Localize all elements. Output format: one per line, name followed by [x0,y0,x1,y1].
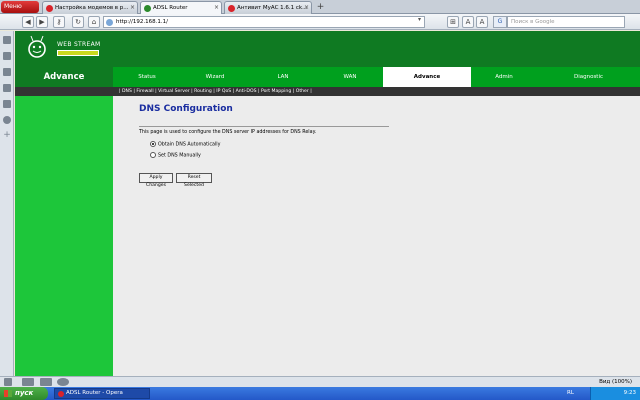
zoom-in-icon[interactable]: A [462,16,474,28]
brand-strip [57,50,99,56]
opera-favicon-icon [46,5,53,12]
tab-title: Антивит MyAC 1.6.1 сk... [237,5,308,11]
section-title: Advance [15,67,113,87]
divider [139,126,389,127]
add-panel-icon[interactable]: + [3,131,11,140]
taskbar-item-opera[interactable]: ADSL Router - Opera [54,388,150,399]
unite-status-icon[interactable] [40,378,52,386]
search-input[interactable]: Поиск в Google [507,16,625,28]
main-nav: Advance Status Wizard LAN WAN Advance Ad… [15,67,640,87]
radio-obtain-dns[interactable] [150,141,156,147]
address-dropdown-icon[interactable]: ▾ [418,16,426,26]
panel-toggle-icon[interactable] [4,378,12,386]
nav-wan[interactable]: WAN [317,67,383,87]
close-tab-icon[interactable]: × [214,2,219,14]
reset-selected-button[interactable]: Reset Selected [176,173,212,188]
tab-title: ADSL Router [153,5,188,11]
opera-side-panel: + [0,31,14,376]
close-tab-icon[interactable]: × [304,2,309,14]
home-icon[interactable]: ⌂ [88,16,100,28]
router-page: WEB STREAM Advance Status Wizard LAN WAN… [15,31,640,376]
globe-icon [106,19,113,26]
option-set-dns[interactable]: Set DNS Manually [150,152,201,160]
sidebar [15,96,113,376]
window-layout-icon[interactable]: ⊞ [447,16,459,28]
settings-gear-icon[interactable] [57,378,69,386]
option-label: Set DNS Manually [158,153,201,159]
bookmarks-icon[interactable] [3,36,11,44]
page-title: DNS Configuration [139,104,233,114]
option-obtain-dns[interactable]: Obtain DNS Automatically [150,141,220,149]
browser-tab-bar: Меню Настройка модемов в р... × ADSL Rou… [0,0,640,14]
new-tab-icon[interactable]: + [315,2,326,13]
page-description: This page is used to configure the DNS s… [139,130,317,135]
router-header: WEB STREAM [15,31,640,67]
reload-icon[interactable]: ↻ [72,16,84,28]
nav-diagnostic[interactable]: Diagnostic [537,67,640,87]
unite-icon[interactable] [3,68,11,76]
windows-taskbar: пуск ADSL Router - Opera RL 9:23 [0,387,640,400]
language-indicator[interactable]: RL [567,387,574,400]
address-field[interactable]: http://192.168.1.1/ [103,16,425,28]
history-icon[interactable] [3,116,11,124]
start-label: пуск [15,389,34,397]
start-button[interactable]: пуск [0,387,48,400]
clock[interactable]: 9:23 [624,387,636,400]
nav-admin[interactable]: Admin [471,67,537,87]
notes-icon[interactable] [3,84,11,92]
nav-advance[interactable]: Advance [383,67,471,87]
sub-nav[interactable]: | DNS | Firewall | Virtual Server | Rout… [15,87,640,96]
browser-status-bar: Вид (100%) [0,376,640,387]
nav-status[interactable]: Status [113,67,181,87]
key-icon[interactable]: ⚷ [53,16,65,28]
back-icon[interactable]: ◀ [22,16,34,28]
opera-menu-button[interactable]: Меню [1,1,39,13]
zoom-out-icon[interactable]: A [476,16,488,28]
nav-wizard[interactable]: Wizard [181,67,249,87]
close-tab-icon[interactable]: × [130,2,135,14]
search-engine-icon[interactable]: G [493,16,507,28]
system-tray: 9:23 [590,387,640,400]
tab-modem-setup[interactable]: Настройка модемов в р... × [42,1,138,14]
widgets-icon[interactable] [3,52,11,60]
tab-title: Настройка модемов в р... [55,5,129,11]
reload-every-icon[interactable] [22,378,34,386]
sub-nav-links[interactable]: | DNS | Firewall | Virtual Server | Rout… [119,89,312,94]
taskbar-item-label: ADSL Router - Opera [66,390,123,396]
nav-lan[interactable]: LAN [249,67,317,87]
apply-changes-button[interactable]: Apply Changes [139,173,173,188]
zoom-level[interactable]: Вид (100%) [599,378,632,387]
downloads-icon[interactable] [3,100,11,108]
router-favicon-icon [144,5,151,12]
webstream-logo-icon [28,35,46,58]
brand-name: WEB STREAM [57,41,101,48]
option-label: Obtain DNS Automatically [158,142,221,148]
tab-adsl-router[interactable]: ADSL Router × [140,1,222,14]
radio-set-dns[interactable] [150,152,156,158]
browser-nav-bar: ◀ ▶ ⚷ ↻ ⌂ http://192.168.1.1/ ▾ ⊞ A A G … [0,14,640,30]
opera-favicon-icon [58,391,64,397]
opera-favicon-icon [228,5,235,12]
content-area: DNS Configuration This page is used to c… [113,96,640,376]
tab-antivirus[interactable]: Антивит MyAC 1.6.1 сk... × [224,1,312,14]
address-value: http://192.168.1.1/ [116,19,168,25]
forward-icon[interactable]: ▶ [36,16,48,28]
windows-flag-icon [4,390,12,397]
